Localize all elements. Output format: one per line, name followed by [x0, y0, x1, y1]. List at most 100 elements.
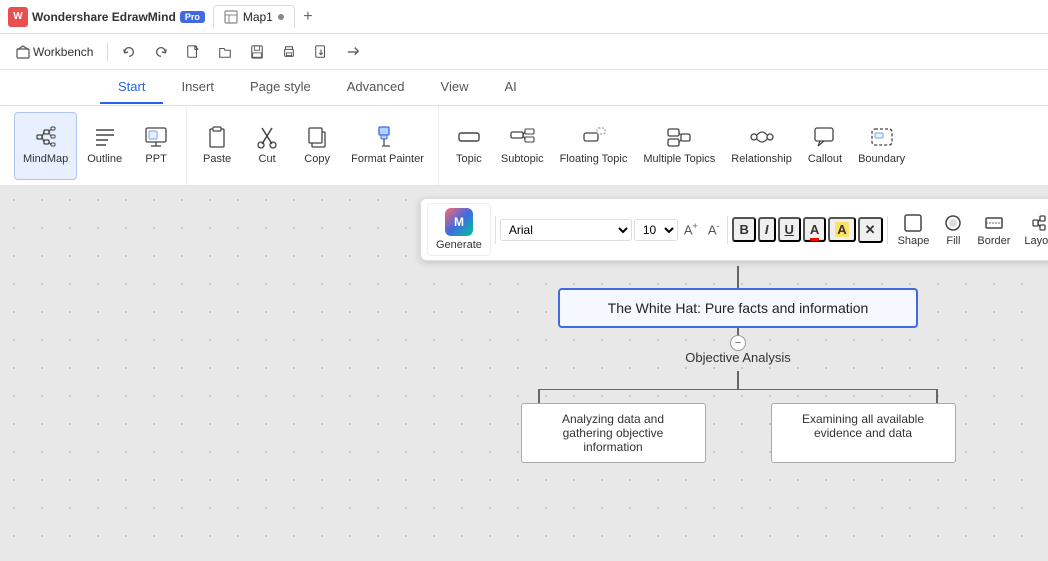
- mindmap-root: The White Hat: Pure facts and informatio…: [488, 266, 988, 463]
- tab-add-button[interactable]: +: [297, 6, 319, 28]
- fill-button[interactable]: Fill: [937, 209, 969, 251]
- save-icon: [250, 45, 264, 59]
- redo-button[interactable]: [146, 41, 176, 63]
- ppt-label: PPT: [145, 153, 166, 166]
- ribbon-topic[interactable]: Topic: [445, 112, 493, 180]
- open-button[interactable]: [210, 41, 240, 63]
- shape-icon: [903, 213, 923, 233]
- boundary-label: Boundary: [858, 153, 905, 166]
- tab-start[interactable]: Start: [100, 71, 163, 104]
- format-painter-icon: [374, 124, 400, 150]
- tab-map1-label: Map1: [243, 10, 273, 24]
- share-icon: [346, 45, 360, 59]
- relationship-icon: [749, 124, 775, 150]
- font-size-increase-button[interactable]: A+: [680, 219, 702, 239]
- layout-button[interactable]: Layout: [1018, 209, 1048, 251]
- cut-icon: [254, 124, 280, 150]
- main-node-text: The White Hat: Pure facts and informatio…: [608, 300, 869, 316]
- cut-label: Cut: [259, 153, 276, 166]
- bold-button[interactable]: B: [732, 217, 755, 242]
- undo-button[interactable]: [114, 41, 144, 63]
- italic-button[interactable]: I: [758, 217, 776, 242]
- ribbon-subtopic[interactable]: Subtopic: [493, 112, 552, 180]
- font-color-button[interactable]: A: [803, 217, 826, 242]
- ribbon-copy[interactable]: Copy: [293, 112, 341, 180]
- ribbon-relationship[interactable]: Relationship: [723, 112, 800, 180]
- font-size-select[interactable]: 10 11 12 14 16: [634, 219, 678, 241]
- ribbon-multiple-topics[interactable]: Multiple Topics: [635, 112, 723, 180]
- ribbon: MindMap Outline: [0, 106, 1048, 186]
- app-logo-icon: W: [8, 7, 28, 27]
- save-button[interactable]: [242, 41, 272, 63]
- ribbon-cut[interactable]: Cut: [243, 112, 291, 180]
- ribbon-callout[interactable]: Callout: [800, 112, 850, 180]
- child-node-1[interactable]: Analyzing data and gathering objective i…: [521, 403, 706, 463]
- underline-button[interactable]: U: [778, 217, 801, 242]
- tab-page-style[interactable]: Page style: [232, 71, 329, 104]
- ribbon-paste[interactable]: Paste: [193, 112, 241, 180]
- mindmap-icon: [33, 124, 59, 150]
- tab-insert[interactable]: Insert: [163, 71, 232, 104]
- ribbon-group-insert: Topic Subtopic Floating Top: [439, 106, 1040, 185]
- child-node-2-text: Examining all available evidence and dat…: [802, 412, 924, 440]
- child-node-2[interactable]: Examining all available evidence and dat…: [771, 403, 956, 463]
- ribbon-outline[interactable]: Outline: [79, 112, 130, 180]
- ribbon-boundary[interactable]: Boundary: [850, 112, 913, 180]
- layout-label: Layout: [1024, 235, 1048, 247]
- canvas-area[interactable]: M Generate Arial Times New Roman Calibri…: [0, 186, 1048, 561]
- ribbon-format-painter[interactable]: Format Painter: [343, 112, 432, 180]
- child-v-left: [538, 389, 540, 403]
- callout-icon: [812, 124, 838, 150]
- copy-label: Copy: [304, 153, 330, 166]
- child-connector: [737, 371, 739, 389]
- print-button[interactable]: [274, 41, 304, 63]
- child-v-right: [936, 389, 938, 403]
- children-row: Analyzing data and gathering objective i…: [488, 389, 988, 463]
- main-node[interactable]: The White Hat: Pure facts and informatio…: [558, 288, 918, 328]
- app-logo[interactable]: W Wondershare EdrawMind Pro: [8, 7, 205, 27]
- open-icon: [218, 45, 232, 59]
- tab-map1[interactable]: Map1: [213, 5, 295, 28]
- tab-advanced[interactable]: Advanced: [329, 71, 423, 104]
- font-select[interactable]: Arial Times New Roman Calibri: [500, 219, 632, 241]
- child-node-1-wrapper: Analyzing data and gathering objective i…: [488, 389, 738, 463]
- collapse-button[interactable]: −: [730, 335, 746, 351]
- ribbon-floating-topic[interactable]: Floating Topic: [552, 112, 636, 180]
- workbench-label: Workbench: [33, 45, 93, 59]
- app-name: Wondershare EdrawMind: [32, 10, 176, 24]
- copy-icon: [304, 124, 330, 150]
- home-icon: [16, 45, 30, 59]
- workbench-button[interactable]: Workbench: [8, 41, 101, 63]
- border-button[interactable]: Border: [971, 209, 1016, 251]
- map-icon: [224, 10, 238, 24]
- tab-ai[interactable]: AI: [486, 71, 534, 104]
- pro-badge: Pro: [180, 11, 205, 23]
- generate-button[interactable]: M Generate: [427, 203, 491, 256]
- fill-icon: [943, 213, 963, 233]
- highlight-button[interactable]: A: [828, 217, 855, 242]
- ribbon-mindmap[interactable]: MindMap: [14, 112, 77, 180]
- topic-icon: [456, 124, 482, 150]
- child-node-1-text: Analyzing data and gathering objective i…: [562, 412, 664, 454]
- font-size-decrease-button[interactable]: A-: [704, 219, 724, 239]
- redo-icon: [154, 45, 168, 59]
- clear-format-button[interactable]: ✕: [858, 217, 883, 243]
- outline-icon: [92, 124, 118, 150]
- tab-view[interactable]: View: [423, 71, 487, 104]
- float-sep-3: [887, 216, 888, 244]
- tab-bar: Map1 +: [213, 5, 319, 28]
- float-toolbar: M Generate Arial Times New Roman Calibri…: [420, 198, 1048, 261]
- multiple-topics-icon: [666, 124, 692, 150]
- paste-icon: [204, 124, 230, 150]
- shape-button[interactable]: Shape: [892, 209, 936, 251]
- format-painter-label: Format Painter: [351, 153, 424, 166]
- ribbon-group-view: MindMap Outline: [8, 106, 187, 185]
- new-button[interactable]: [178, 41, 208, 63]
- export-button[interactable]: [306, 41, 336, 63]
- share-button[interactable]: [338, 41, 368, 63]
- top-connector: [737, 266, 739, 288]
- toolbar-separator-1: [107, 42, 108, 62]
- ribbon-ppt[interactable]: PPT: [132, 112, 180, 180]
- ppt-icon: [143, 124, 169, 150]
- relationship-label: Relationship: [731, 153, 792, 166]
